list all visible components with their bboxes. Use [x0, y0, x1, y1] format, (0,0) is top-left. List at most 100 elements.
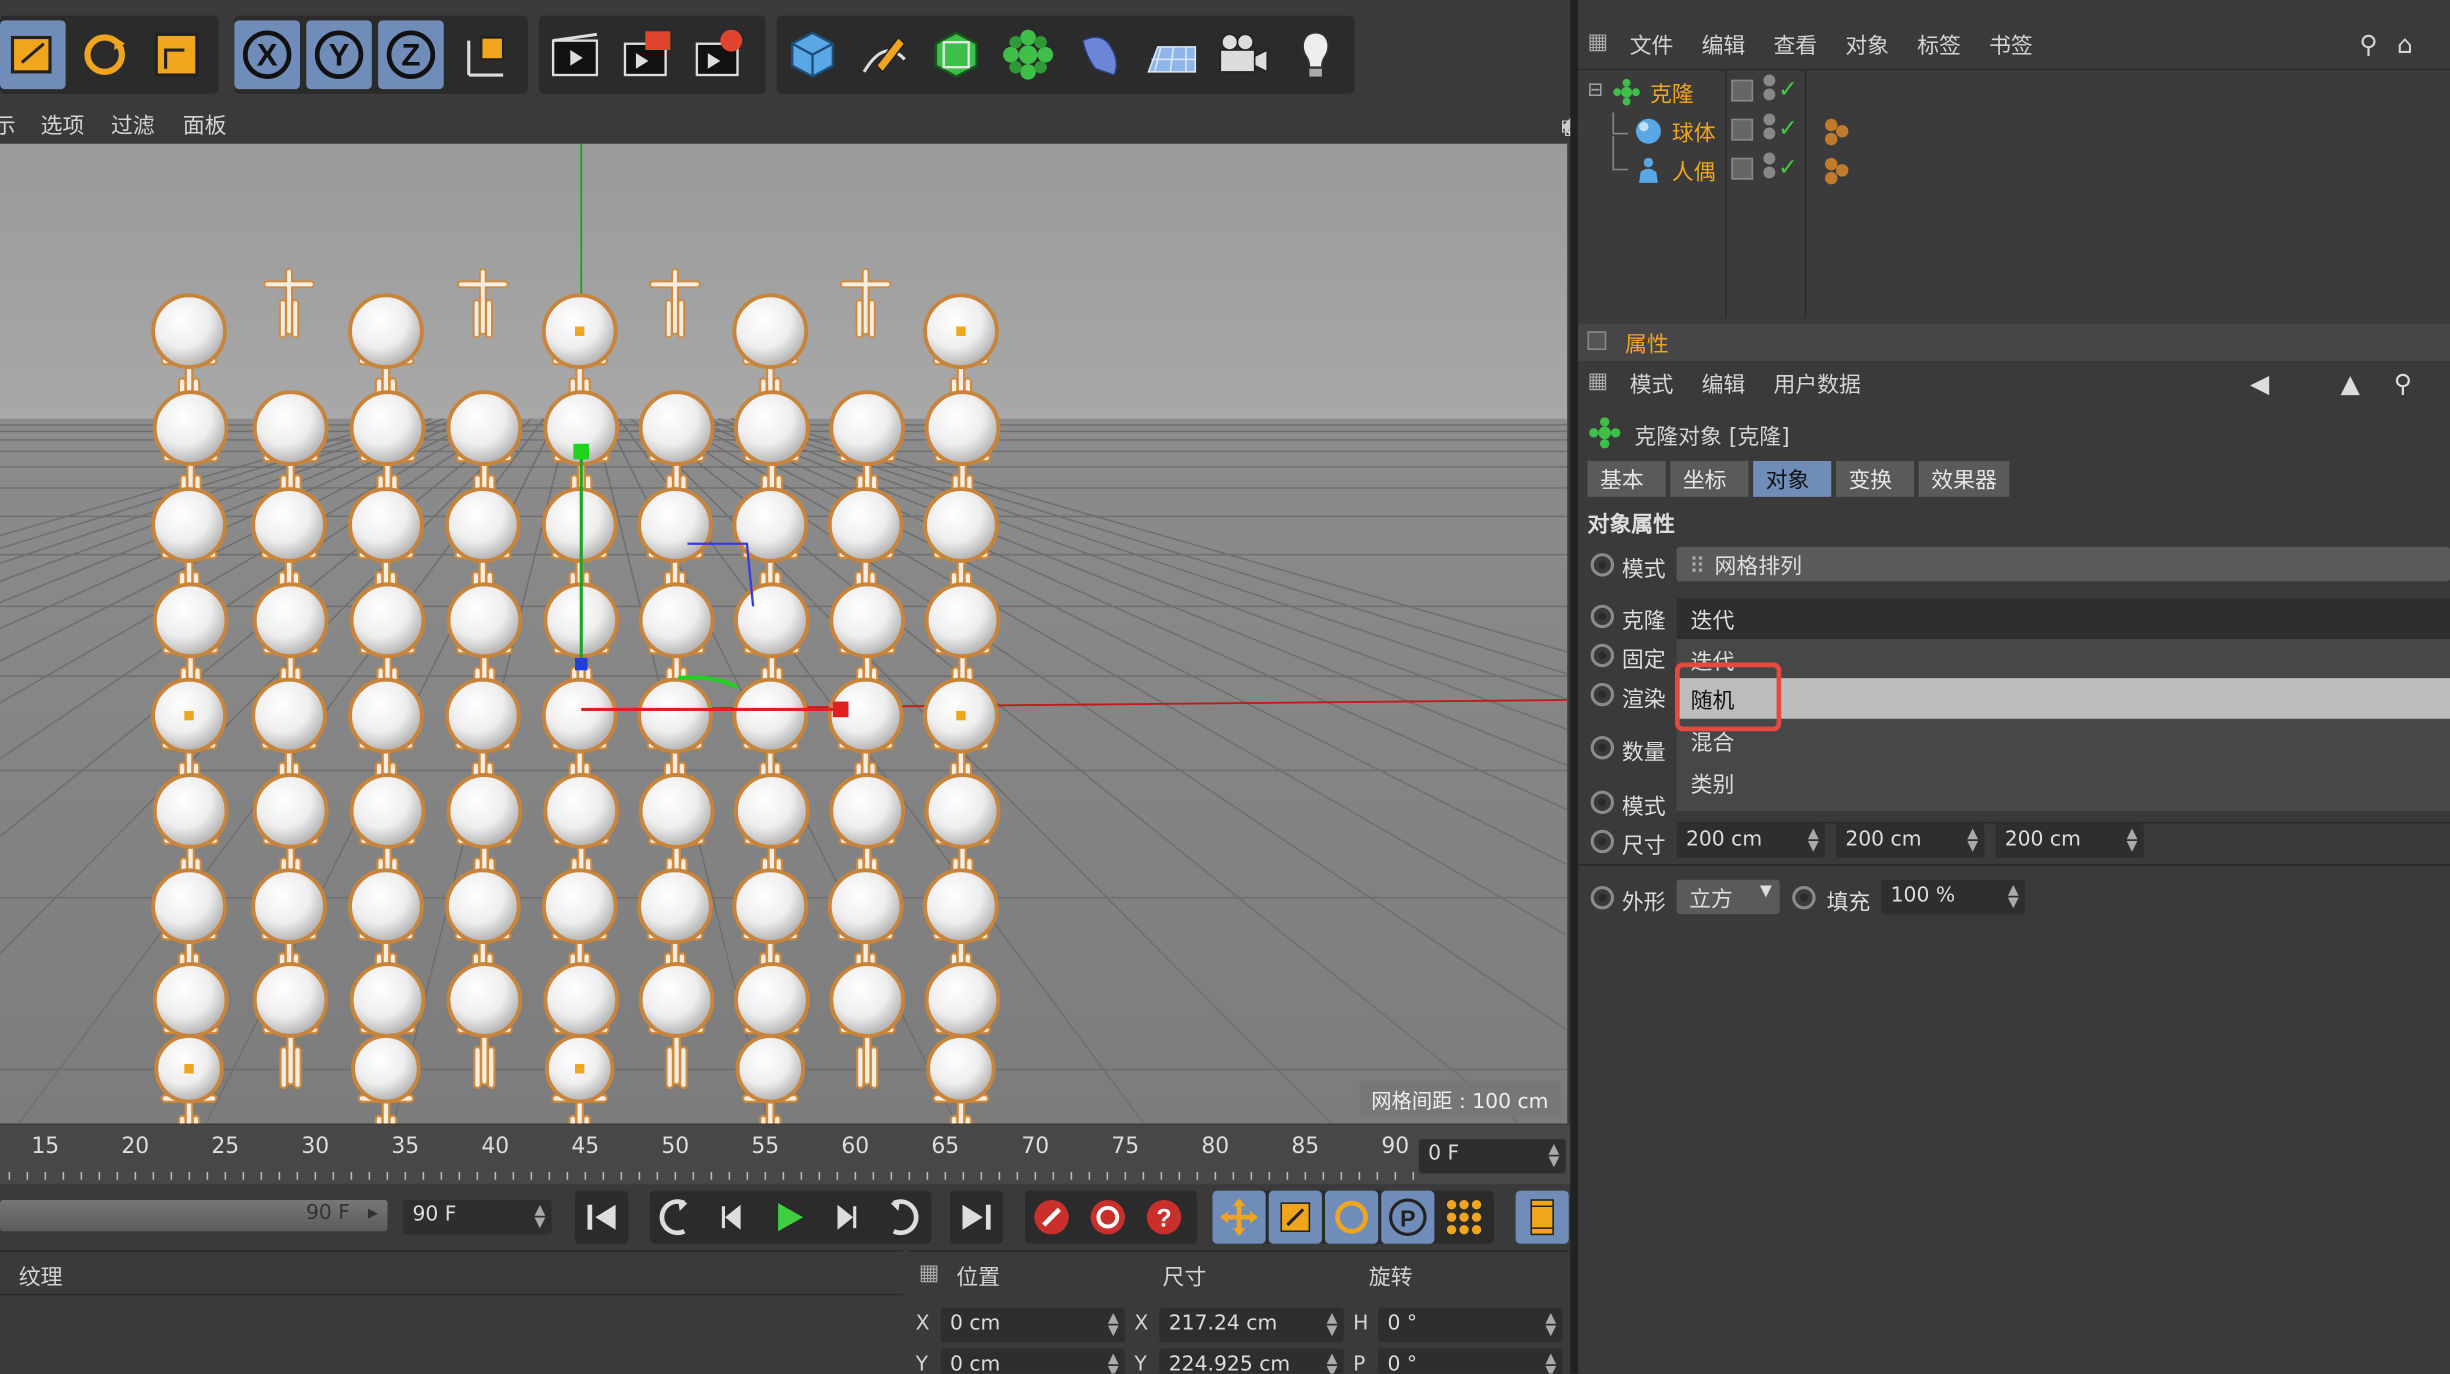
tab-transform[interactable]: 变换 — [1835, 460, 1915, 497]
keyframe-radio[interactable] — [1590, 553, 1615, 577]
3d-viewport[interactable]: 网格间距 : 100 cm — [0, 143, 1568, 1124]
panel-divider[interactable] — [1570, 0, 1579, 1374]
key-pla-icon[interactable] — [1438, 1191, 1491, 1244]
world-coords-icon[interactable] — [453, 20, 519, 89]
enabled-check-icon[interactable]: ✓ — [1778, 153, 1798, 181]
spin-arrows-icon[interactable]: ▲ ▼ — [1108, 1352, 1119, 1373]
gizmo-y-handle[interactable] — [573, 443, 590, 460]
popup-current-value[interactable]: 迭代 — [1676, 598, 2450, 640]
render-settings-icon[interactable] — [686, 20, 752, 89]
previous-key-button[interactable] — [650, 1191, 703, 1244]
collapse-icon[interactable]: ⊟ — [1588, 78, 1604, 100]
visibility-dots-icon[interactable]: ● ● — [1763, 151, 1777, 181]
spin-arrows-icon[interactable]: ▲ ▼ — [1327, 1352, 1338, 1373]
visibility-dots-icon[interactable]: ● ● — [1763, 112, 1777, 142]
coordinate-tool-icon[interactable] — [144, 20, 210, 89]
material-tag-icon[interactable] — [1822, 155, 1850, 186]
end-frame-field[interactable]: 90 F ▲ ▼ — [403, 1200, 552, 1235]
keyframe-radio[interactable] — [1590, 885, 1615, 910]
key-position-icon[interactable] — [1212, 1190, 1266, 1244]
viewport-menu-display[interactable]: 示 — [0, 109, 16, 140]
play-button[interactable] — [763, 1191, 816, 1244]
subdivision-surface-icon[interactable] — [923, 20, 989, 89]
tab-basic[interactable]: 基本 — [1587, 460, 1666, 497]
object-name-cloner[interactable]: 克隆 — [1650, 78, 1694, 109]
timeline-ruler[interactable]: 15 20 25 30 35 40 45 50 55 60 65 70 75 80 85 90 0 F ▲ ▼ — [0, 1125, 1571, 1185]
preview-range-slider[interactable]: 90 F ▸ — [0, 1200, 388, 1232]
am-menu-mode[interactable]: 模式 — [1630, 369, 1674, 400]
size-y-field[interactable]: 200 cm ▲ ▼ — [1835, 823, 1985, 858]
render-picture-viewer-icon[interactable] — [614, 20, 680, 89]
coord-pos-y-field[interactable]: 0 cm ▲ ▼ — [940, 1348, 1125, 1374]
om-menu-edit[interactable]: 编辑 — [1702, 30, 1746, 61]
next-frame-button[interactable] — [819, 1191, 872, 1244]
key-rotation-icon[interactable] — [1325, 1190, 1379, 1244]
z-axis-lock-icon[interactable]: Z — [378, 20, 444, 90]
panel-checkbox-icon[interactable] — [1587, 331, 1607, 350]
record-active-icon[interactable] — [1025, 1191, 1078, 1244]
spin-arrows-icon[interactable]: ▲ ▼ — [2127, 827, 2138, 854]
camera-icon[interactable] — [1211, 20, 1277, 89]
search-icon[interactable]: ⚲ — [2394, 369, 2412, 399]
om-menu-file[interactable]: 文件 — [1630, 30, 1674, 61]
coord-rot-p-field[interactable]: 0 ° ▲ ▼ — [1378, 1348, 1563, 1374]
previous-frame-button[interactable] — [706, 1191, 759, 1244]
fill-field[interactable]: 100 % ▲ ▼ — [1881, 879, 2025, 915]
current-frame-field[interactable]: 0 F ▲ ▼ — [1418, 1139, 1566, 1174]
spin-arrows-icon[interactable]: ▲ ▼ — [1327, 1312, 1338, 1339]
om-menu-bookmarks[interactable]: 书签 — [1989, 30, 2033, 61]
viewport-menu-filter[interactable]: 过滤 — [111, 109, 155, 140]
y-axis-lock-icon[interactable]: Y — [306, 20, 372, 90]
gizmo-z-handle[interactable] — [575, 657, 588, 671]
light-icon[interactable] — [1283, 20, 1349, 89]
popup-item-random[interactable]: 随机 — [1676, 678, 2450, 719]
spin-arrows-icon[interactable]: ▲ ▼ — [1967, 827, 1978, 854]
keyframe-radio[interactable] — [1590, 829, 1615, 854]
am-menu-user-data[interactable]: 用户数据 — [1773, 369, 1861, 400]
back-arrow-icon[interactable]: ◀ — [2250, 369, 2269, 399]
scale-tool-icon[interactable] — [0, 20, 66, 90]
popup-item-iterate[interactable]: 迭代 — [1677, 639, 2450, 680]
tab-object[interactable]: 对象 — [1753, 460, 1832, 497]
enabled-check-icon[interactable]: ✓ — [1778, 75, 1798, 103]
material-tag-icon[interactable] — [1822, 116, 1850, 147]
key-scale-icon[interactable] — [1268, 1190, 1322, 1244]
size-x-field[interactable]: 200 cm ▲ ▼ — [1676, 823, 1825, 858]
layer-icon[interactable] — [1731, 79, 1754, 102]
autokey-icon[interactable] — [1081, 1191, 1134, 1244]
next-key-button[interactable] — [875, 1191, 928, 1244]
object-row-cloner[interactable]: ⊟ 克隆 ● ● ✓ — [1578, 73, 2450, 111]
spin-arrows-icon[interactable]: ▲ ▼ — [1108, 1312, 1119, 1339]
pen-spline-icon[interactable] — [852, 20, 918, 89]
go-to-start-button[interactable] — [575, 1190, 629, 1244]
keyframe-selection-icon[interactable]: ? — [1138, 1191, 1191, 1244]
go-to-end-button[interactable] — [950, 1190, 1004, 1244]
spin-arrows-icon[interactable]: ▲ ▼ — [1549, 1143, 1560, 1170]
object-row-figure[interactable]: 人偶 ● ● ✓ — [1578, 135, 2450, 190]
spin-arrows-icon[interactable]: ▲ ▼ — [1545, 1352, 1556, 1373]
tab-effectors[interactable]: 效果器 — [1918, 460, 2010, 497]
om-menu-view[interactable]: 查看 — [1773, 30, 1817, 61]
keyframe-radio[interactable] — [1590, 790, 1615, 815]
viewport-menu-options[interactable]: 选项 — [41, 109, 85, 140]
layer-icon[interactable] — [1731, 118, 1754, 141]
rotate-tool-icon[interactable] — [72, 20, 138, 89]
coord-pos-x-field[interactable]: 0 cm ▲ ▼ — [940, 1307, 1125, 1343]
keyframe-radio[interactable] — [1590, 643, 1615, 668]
keyframe-radio[interactable] — [1792, 885, 1816, 910]
coord-size-x-field[interactable]: 217.24 cm ▲ ▼ — [1159, 1307, 1344, 1343]
range-arrow-icon[interactable]: ▸ — [368, 1202, 378, 1225]
coord-rot-h-field[interactable]: 0 ° ▲ ▼ — [1378, 1307, 1563, 1343]
viewport-menu-panel[interactable]: 面板 — [183, 109, 227, 140]
om-menu-tags[interactable]: 标签 — [1917, 30, 1961, 61]
am-menu-edit[interactable]: 编辑 — [1702, 369, 1746, 400]
key-parameter-icon[interactable]: P — [1381, 1190, 1435, 1244]
up-arrow-icon[interactable]: ▲ — [2341, 369, 2360, 399]
deformer-icon[interactable] — [1067, 20, 1133, 89]
popup-item-class[interactable]: 类别 — [1677, 763, 2450, 804]
cube-icon[interactable] — [780, 20, 846, 89]
spin-arrows-icon[interactable]: ▲ ▼ — [1808, 827, 1819, 854]
coord-size-y-field[interactable]: 224.925 cm ▲ ▼ — [1159, 1348, 1344, 1374]
keyframe-radio[interactable] — [1590, 604, 1615, 629]
object-name-sphere[interactable]: 球体 — [1672, 117, 1716, 148]
